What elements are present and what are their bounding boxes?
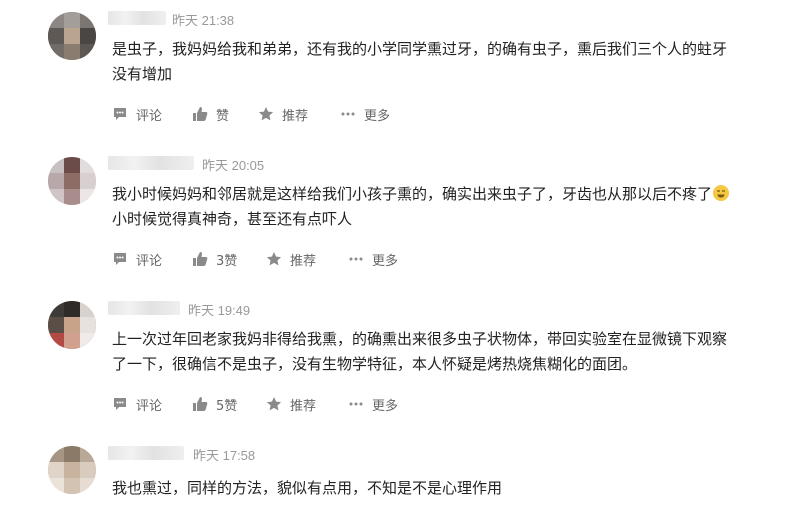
comment-time: 昨天 19:49	[188, 303, 251, 318]
comment-label: 评论	[136, 108, 163, 124]
comment-time: 昨天 17:58	[193, 448, 256, 463]
avatar[interactable]	[48, 12, 96, 60]
comment-text: 我也熏过，同样的方法，貌似有点用，不知是不是心理作用	[112, 476, 784, 501]
like-label: 3赞	[216, 253, 238, 269]
avatar[interactable]	[48, 446, 96, 494]
star-icon	[266, 251, 282, 267]
more-button[interactable]: 更多	[340, 104, 390, 124]
recommend-button[interactable]: 推荐	[266, 394, 316, 414]
comment-label: 评论	[136, 398, 163, 414]
comment-button[interactable]: 评论	[112, 394, 162, 414]
avatar[interactable]	[48, 157, 96, 205]
more-label: 更多	[364, 108, 391, 124]
like-label: 5赞	[216, 398, 238, 414]
comment-text-line: 我小时候妈妈和邻居就是这样给我们小孩子熏的，确实出来虫子了，牙齿也从那以后不疼了	[112, 185, 713, 203]
more-label: 更多	[372, 398, 399, 414]
comment-label: 评论	[136, 253, 163, 269]
comment-text-line: 是虫子，我妈妈给我和弟弟，还有我的小学同学熏过牙，的确有虫子，熏后我们三个人的蛀…	[112, 40, 728, 58]
comment-text: 上一次过年回老家我妈非得给我熏，的确熏出来很多虫子状物体，带回实验室在显微镜下观…	[112, 327, 784, 377]
comment-icon	[112, 396, 128, 412]
more-button[interactable]: 更多	[348, 249, 398, 269]
comment-time: 昨天 21:38	[172, 13, 235, 28]
recommend-label: 推荐	[282, 108, 309, 124]
comment-item: 昨天 20:05 我小时候妈妈和邻居就是这样给我们小孩子熏的，确实出来虫子了，牙…	[0, 145, 793, 290]
comment-text-line: 小时候觉得真神奇，甚至还有点吓人	[112, 210, 353, 228]
more-dots-icon	[348, 396, 364, 412]
grinning-emoji-icon	[713, 185, 730, 201]
more-button[interactable]: 更多	[348, 394, 398, 414]
star-icon	[258, 106, 274, 122]
comment-text-line: 了一下，很确信不是虫子，没有生物学特征，本人怀疑是烤热烧焦糊化的面团。	[112, 355, 638, 373]
username-blurred[interactable]	[108, 446, 184, 460]
username-blurred[interactable]	[108, 156, 194, 170]
recommend-label: 推荐	[290, 398, 317, 414]
comment-text: 我小时候妈妈和邻居就是这样给我们小孩子熏的，确实出来虫子了，牙齿也从那以后不疼了…	[112, 182, 784, 232]
more-label: 更多	[372, 253, 399, 269]
comment-button[interactable]: 评论	[112, 249, 162, 269]
more-dots-icon	[348, 251, 364, 267]
thumbs-up-icon	[192, 106, 208, 122]
comment-text-line: 没有增加	[112, 65, 173, 83]
comment-item: 昨天 21:38 是虫子，我妈妈给我和弟弟，还有我的小学同学熏过牙，的确有虫子，…	[0, 0, 793, 145]
comment-text-line: 上一次过年回老家我妈非得给我熏，的确熏出来很多虫子状物体，带回实验室在显微镜下观…	[112, 330, 728, 348]
comment-text-line: 我也熏过，同样的方法，貌似有点用，不知是不是心理作用	[112, 479, 503, 497]
comment-icon	[112, 106, 128, 122]
comment-icon	[112, 251, 128, 267]
star-icon	[266, 396, 282, 412]
recommend-label: 推荐	[290, 253, 317, 269]
more-dots-icon	[340, 106, 356, 122]
like-button[interactable]: 赞	[192, 104, 229, 124]
username-blurred[interactable]	[108, 301, 180, 315]
comment-item: 昨天 19:49 上一次过年回老家我妈非得给我熏，的确熏出来很多虫子状物体，带回…	[0, 290, 793, 435]
recommend-button[interactable]: 推荐	[258, 104, 308, 124]
like-button[interactable]: 5赞	[192, 394, 237, 414]
like-label: 赞	[216, 108, 230, 124]
recommend-button[interactable]: 推荐	[266, 249, 316, 269]
comment-text: 是虫子，我妈妈给我和弟弟，还有我的小学同学熏过牙，的确有虫子，熏后我们三个人的蛀…	[112, 37, 784, 87]
thumbs-up-icon	[192, 396, 208, 412]
avatar[interactable]	[48, 301, 96, 349]
username-blurred[interactable]	[108, 11, 166, 25]
like-button[interactable]: 3赞	[192, 249, 237, 269]
thumbs-up-icon	[192, 251, 208, 267]
comment-button[interactable]: 评论	[112, 104, 162, 124]
comment-time: 昨天 20:05	[202, 158, 265, 173]
comment-item: 昨天 17:58 我也熏过，同样的方法，貌似有点用，不知是不是心理作用	[0, 435, 793, 510]
